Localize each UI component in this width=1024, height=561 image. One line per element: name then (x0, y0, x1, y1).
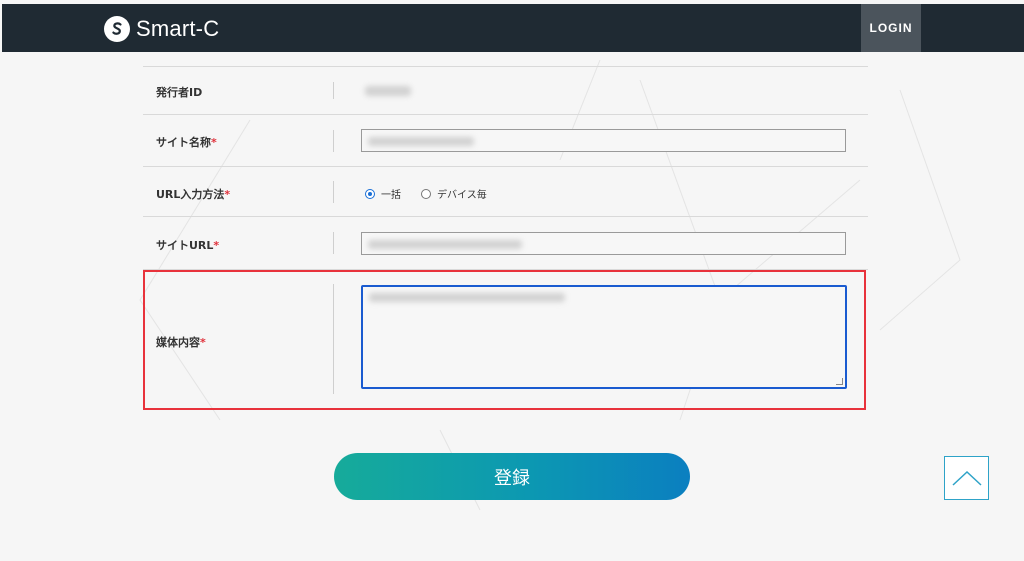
site-url-input[interactable] (361, 232, 846, 255)
site-name-label: サイト名称* (156, 136, 217, 149)
page: Smart-C LOGIN 発行者ID サイト名称* URL入力方法* 一括 デ… (0, 0, 1024, 561)
radio-bulk[interactable] (365, 188, 375, 199)
site-url-row: サイトURL* (143, 217, 868, 270)
site-name-value-redacted (368, 137, 474, 146)
url-input-method-radio-group: 一括 デバイス毎 (365, 186, 501, 201)
url-input-method-row: URL入力方法* 一括 デバイス毎 (143, 167, 868, 217)
radio-per-device[interactable] (421, 188, 431, 199)
radio-bulk-label[interactable]: 一括 (381, 186, 401, 201)
publisher-id-value-redacted (365, 86, 411, 96)
chevron-up-icon (951, 470, 982, 486)
column-separator (333, 82, 334, 99)
brand-logo[interactable]: Smart-C (104, 16, 219, 42)
site-name-input[interactable] (361, 129, 846, 152)
column-separator (333, 232, 334, 254)
site-url-label: サイトURL* (156, 239, 220, 252)
publisher-id-row: 発行者ID (143, 66, 868, 115)
column-separator (333, 181, 334, 203)
login-button[interactable]: LOGIN (861, 4, 921, 52)
site-name-row: サイト名称* (143, 115, 868, 167)
column-separator (333, 130, 334, 152)
register-button[interactable]: 登録 (334, 453, 690, 500)
brand-name: Smart-C (136, 16, 220, 41)
highlight-box (143, 270, 866, 410)
site-url-value-redacted (368, 240, 522, 249)
url-input-method-label: URL入力方法* (156, 188, 231, 201)
radio-per-device-label[interactable]: デバイス毎 (437, 186, 487, 201)
publisher-id-label: 発行者ID (156, 86, 203, 99)
logo-s-icon (104, 16, 130, 42)
scroll-to-top-button[interactable] (944, 456, 989, 500)
